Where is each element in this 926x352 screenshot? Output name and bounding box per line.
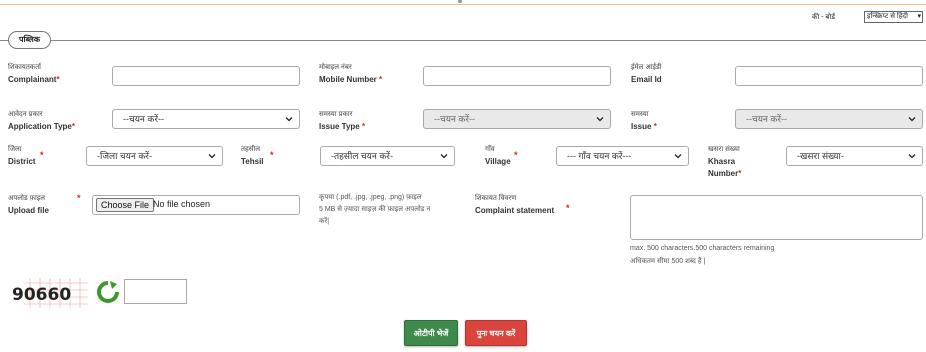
top-border xyxy=(0,0,926,5)
issue-label: समस्या Issue * xyxy=(631,111,657,131)
district-select[interactable]: -जिला चयन करें- xyxy=(86,146,223,166)
chevron-down-icon xyxy=(908,115,916,123)
chevron-down-icon xyxy=(596,115,604,123)
chevron-down-icon xyxy=(908,152,916,160)
keyboard-layout-select[interactable]: इन्स्क्रिप्ट से हिंदी ▾ xyxy=(864,11,923,23)
issue-type-select[interactable]: --चयन करें-- xyxy=(423,109,611,129)
reset-button[interactable]: पुनः चयन करें xyxy=(465,320,527,346)
top-indicator xyxy=(458,0,462,3)
keyboard-label: की - बोर्ड xyxy=(812,14,835,21)
upload-label: अपलोड फ़ाइल Upload file xyxy=(8,195,49,215)
email-label: ईमेल आईडी Email Id xyxy=(631,64,662,84)
district-value: -जिला चयन करें- xyxy=(97,151,152,161)
khasra-select[interactable]: -खसरा संख्या- xyxy=(786,146,923,166)
upload-file-input[interactable]: Choose File No file chosen xyxy=(92,195,300,215)
mobile-label: मोबाइल नंबर Mobile Number * xyxy=(319,64,383,84)
statement-required: * xyxy=(566,203,570,213)
fieldset-legend: पब्लिक xyxy=(8,31,51,49)
village-select[interactable]: --- गाँव चयन करें--- xyxy=(556,146,689,166)
village-required: * xyxy=(514,150,518,160)
district-required: * xyxy=(40,150,44,160)
tehsil-select[interactable]: -तहसील चयन करें- xyxy=(320,146,455,166)
file-status: No file chosen xyxy=(153,199,211,209)
chevron-down-icon xyxy=(674,152,682,160)
issue-type-value: --चयन करें-- xyxy=(434,114,476,124)
email-input[interactable] xyxy=(735,66,923,86)
captcha-input[interactable] xyxy=(124,279,187,304)
keyboard-layout-value: इन्स्क्रिप्ट से हिंदी xyxy=(867,13,908,20)
send-otp-button[interactable]: ओटीपी भेजें xyxy=(404,320,458,346)
tehsil-label: तहसील Tehsil xyxy=(241,146,264,166)
tehsil-required: * xyxy=(270,150,274,160)
issue-type-label: समस्या प्रकार Issue Type * xyxy=(319,111,366,131)
upload-note: कृपया (.pdf, .jpg, .jpeg, .png) फ़ाइल 5 … xyxy=(319,194,431,225)
village-value: --- गाँव चयन करें--- xyxy=(567,151,632,161)
khasra-value: -खसरा संख्या- xyxy=(797,151,844,161)
complaint-statement-textarea[interactable] xyxy=(630,195,923,240)
khasra-label: खसरा संख्या Khasra Number* xyxy=(708,146,742,178)
statement-char-hint: max. 500 characters.500 characters remai… xyxy=(630,245,775,252)
chevron-down-icon xyxy=(440,152,448,160)
mobile-input[interactable] xyxy=(423,66,611,86)
village-label: गाँव Village xyxy=(485,146,511,166)
refresh-captcha-icon[interactable] xyxy=(96,280,120,304)
issue-select[interactable]: --चयन करें-- xyxy=(735,109,923,129)
complainant-input[interactable] xyxy=(112,66,300,86)
fieldset-border xyxy=(0,40,926,41)
captcha-code: 90660 xyxy=(12,285,72,305)
application-type-value: --चयन करें-- xyxy=(123,114,165,124)
statement-label: शिकायत विवरण Complaint statement xyxy=(475,195,555,215)
application-type-select[interactable]: --चयन करें-- xyxy=(112,109,300,129)
statement-limit-hint: अधिकतम सीमा 500 शब्द हैं | xyxy=(630,258,706,265)
issue-value: --चयन करें-- xyxy=(746,114,788,124)
choose-file-button[interactable]: Choose File xyxy=(96,198,155,212)
complainant-label: शिकायतकर्ता Complainant* xyxy=(8,64,60,84)
district-label: जिला District xyxy=(8,146,36,166)
upload-required: * xyxy=(77,193,81,203)
chevron-down-icon: ▾ xyxy=(917,13,921,20)
tehsil-value: -तहसील चयन करें- xyxy=(331,151,393,161)
chevron-down-icon xyxy=(285,115,293,123)
chevron-down-icon xyxy=(208,152,216,160)
application-type-label: आवेदन प्रकार Application Type* xyxy=(8,111,75,131)
